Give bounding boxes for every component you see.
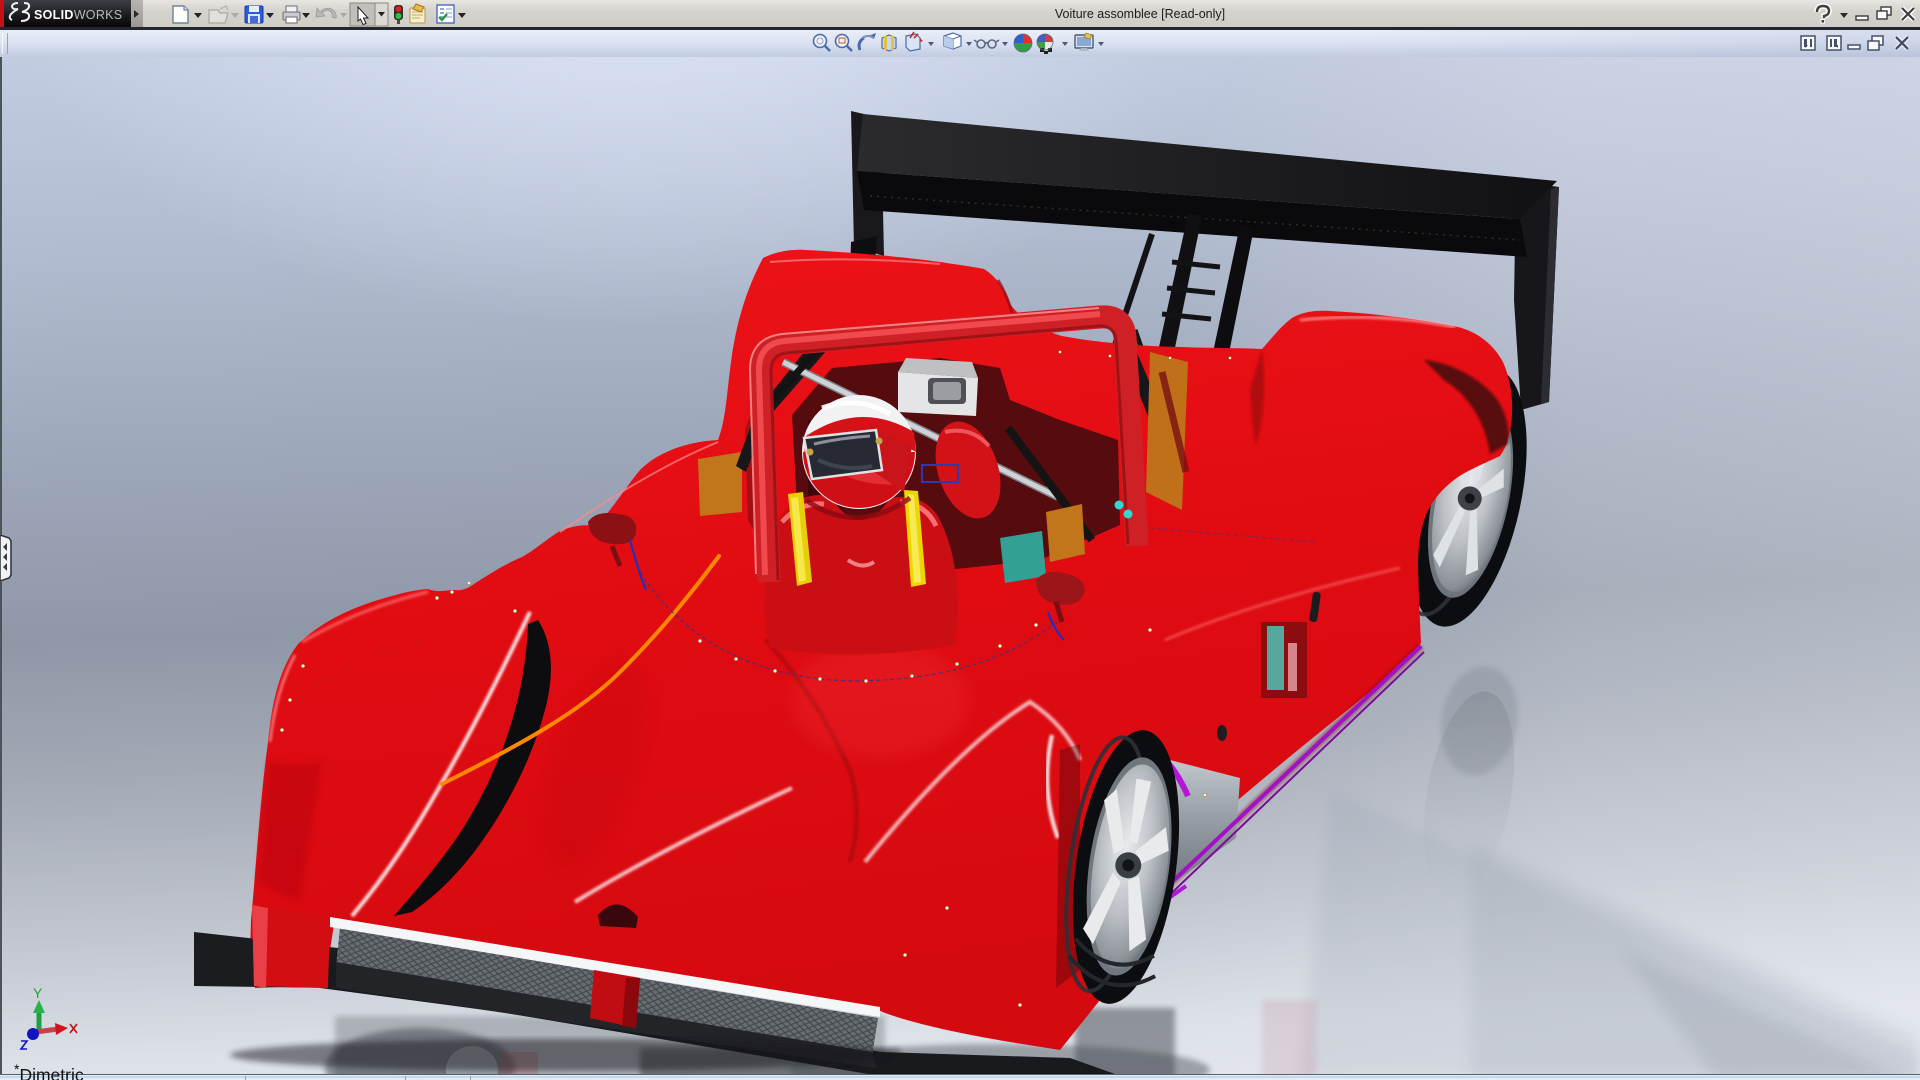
svg-text:SOLIDWORKS: SOLIDWORKS bbox=[34, 8, 122, 22]
svg-text:Y: Y bbox=[33, 985, 43, 1001]
